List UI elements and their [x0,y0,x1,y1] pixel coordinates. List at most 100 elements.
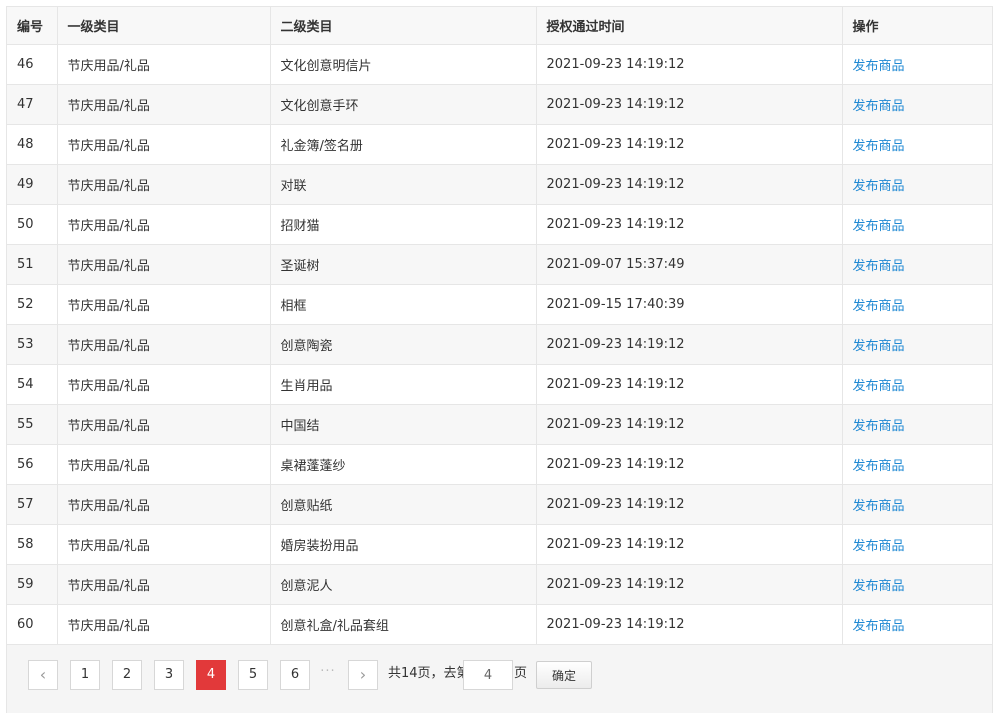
table-row: 47 节庆用品/礼品 文化创意手环 2021-09-23 14:19:12 发布商品 [7,84,992,125]
table-row: 53 节庆用品/礼品 创意陶瓷 2021-09-23 14:19:12 发布商品 [7,324,992,365]
cell-category-level1: 节庆用品/礼品 [57,364,271,405]
publish-product-link[interactable]: 发布商品 [853,259,905,274]
page-button-5[interactable]: 5 [238,660,268,690]
goto-page-input[interactable] [463,660,513,690]
publish-product-link[interactable]: 发布商品 [853,539,905,554]
cell-category-level2: 礼金簿/签名册 [270,124,537,165]
cell-operation: 发布商品 [842,244,992,285]
table-row: 57 节庆用品/礼品 创意贴纸 2021-09-23 14:19:12 发布商品 [7,484,992,525]
cell-category-level2: 中国结 [270,404,537,445]
cell-category-level2: 对联 [270,164,537,205]
cell-operation: 发布商品 [842,204,992,245]
cell-category-level1: 节庆用品/礼品 [57,124,271,165]
cell-id: 59 [7,564,58,605]
cell-category-level2: 婚房装扮用品 [270,524,537,565]
cell-category-level1: 节庆用品/礼品 [57,564,271,605]
table-row: 55 节庆用品/礼品 中国结 2021-09-23 14:19:12 发布商品 [7,404,992,445]
cell-id: 48 [7,124,58,165]
cell-category-level1: 节庆用品/礼品 [57,44,271,85]
cell-category-level1: 节庆用品/礼品 [57,484,271,525]
page-button-3[interactable]: 3 [154,660,184,690]
cell-category-level2: 圣诞树 [270,244,537,285]
publish-product-link[interactable]: 发布商品 [853,219,905,234]
header-auth-time: 授权通过时间 [536,7,843,45]
total-pages-text: 共14页，去第 [388,666,470,681]
cell-category-level1: 节庆用品/礼品 [57,604,271,645]
cell-auth-time: 2021-09-23 14:19:12 [536,44,843,85]
cell-id: 54 [7,364,58,405]
cell-category-level1: 节庆用品/礼品 [57,324,271,365]
table-header-row: 编号 一级类目 二级类目 授权通过时间 操作 [7,7,992,45]
cell-id: 56 [7,444,58,485]
publish-product-link[interactable]: 发布商品 [853,339,905,354]
category-table-panel: 编号 一级类目 二级类目 授权通过时间 操作 46 节庆用品/礼品 文化创意明信片 2… [6,6,993,713]
table-row: 58 节庆用品/礼品 婚房装扮用品 2021-09-23 14:19:12 发布商品 [7,524,992,565]
publish-product-link[interactable]: 发布商品 [853,579,905,594]
publish-product-link[interactable]: 发布商品 [853,179,905,194]
cell-id: 52 [7,284,58,325]
cell-auth-time: 2021-09-23 14:19:12 [536,124,843,165]
publish-product-link[interactable]: 发布商品 [853,499,905,514]
publish-product-link[interactable]: 发布商品 [853,139,905,154]
cell-id: 47 [7,84,58,125]
cell-category-level1: 节庆用品/礼品 [57,164,271,205]
publish-product-link[interactable]: 发布商品 [853,419,905,434]
cell-auth-time: 2021-09-23 14:19:12 [536,364,843,405]
cell-category-level2: 创意陶瓷 [270,324,537,365]
table-row: 56 节庆用品/礼品 桌裙蓬蓬纱 2021-09-23 14:19:12 发布商品 [7,444,992,485]
header-category-level1: 一级类目 [57,7,271,45]
publish-product-link[interactable]: 发布商品 [853,459,905,474]
cell-auth-time: 2021-09-15 17:40:39 [536,284,843,325]
cell-id: 49 [7,164,58,205]
page-button-2[interactable]: 2 [112,660,142,690]
cell-operation: 发布商品 [842,284,992,325]
cell-category-level2: 招财猫 [270,204,537,245]
cell-auth-time: 2021-09-23 14:19:12 [536,484,843,525]
cell-category-level2: 生肖用品 [270,364,537,405]
publish-product-link[interactable]: 发布商品 [853,619,905,634]
table-row: 52 节庆用品/礼品 相框 2021-09-15 17:40:39 发布商品 [7,284,992,325]
cell-auth-time: 2021-09-07 15:37:49 [536,244,843,285]
cell-category-level2: 桌裙蓬蓬纱 [270,444,537,485]
cell-auth-time: 2021-09-23 14:19:12 [536,204,843,245]
cell-category-level2: 文化创意手环 [270,84,537,125]
cell-operation: 发布商品 [842,84,992,125]
page-button-6[interactable]: 6 [280,660,310,690]
cell-auth-time: 2021-09-23 14:19:12 [536,524,843,565]
page-suffix-text: 页 [514,666,528,681]
cell-operation: 发布商品 [842,124,992,165]
cell-operation: 发布商品 [842,404,992,445]
cell-category-level1: 节庆用品/礼品 [57,404,271,445]
authorized-category-table: 编号 一级类目 二级类目 授权通过时间 操作 46 节庆用品/礼品 文化创意明信片 2… [7,7,992,645]
publish-product-link[interactable]: 发布商品 [853,59,905,74]
cell-category-level2: 创意泥人 [270,564,537,605]
table-row: 46 节庆用品/礼品 文化创意明信片 2021-09-23 14:19:12 发布商品 [7,44,992,85]
cell-auth-time: 2021-09-23 14:19:12 [536,84,843,125]
cell-auth-time: 2021-09-23 14:19:12 [536,444,843,485]
cell-auth-time: 2021-09-23 14:19:12 [536,164,843,205]
confirm-goto-button[interactable]: 确定 [536,661,592,689]
cell-auth-time: 2021-09-23 14:19:12 [536,404,843,445]
publish-product-link[interactable]: 发布商品 [853,99,905,114]
cell-category-level1: 节庆用品/礼品 [57,204,271,245]
cell-category-level1: 节庆用品/礼品 [57,524,271,565]
cell-auth-time: 2021-09-23 14:19:12 [536,604,843,645]
next-page-button[interactable]: › [348,660,378,690]
page-button-4-current[interactable]: 4 [196,660,226,690]
cell-id: 53 [7,324,58,365]
publish-product-link[interactable]: 发布商品 [853,379,905,394]
cell-operation: 发布商品 [842,524,992,565]
cell-id: 60 [7,604,58,645]
table-row: 60 节庆用品/礼品 创意礼盒/礼品套组 2021-09-23 14:19:12 发布商… [7,604,992,645]
pagination: ‹ 1 2 3 4 5 6 ··· › 共14页，去第 页 确定 [7,645,992,713]
cell-category-level2: 创意贴纸 [270,484,537,525]
publish-product-link[interactable]: 发布商品 [853,299,905,314]
table-row: 50 节庆用品/礼品 招财猫 2021-09-23 14:19:12 发布商品 [7,204,992,245]
cell-operation: 发布商品 [842,44,992,85]
chevron-right-icon: › [359,665,367,684]
prev-page-button[interactable]: ‹ [28,660,58,690]
table-row: 54 节庆用品/礼品 生肖用品 2021-09-23 14:19:12 发布商品 [7,364,992,405]
cell-id: 50 [7,204,58,245]
page-button-1[interactable]: 1 [70,660,100,690]
header-id: 编号 [7,7,58,45]
